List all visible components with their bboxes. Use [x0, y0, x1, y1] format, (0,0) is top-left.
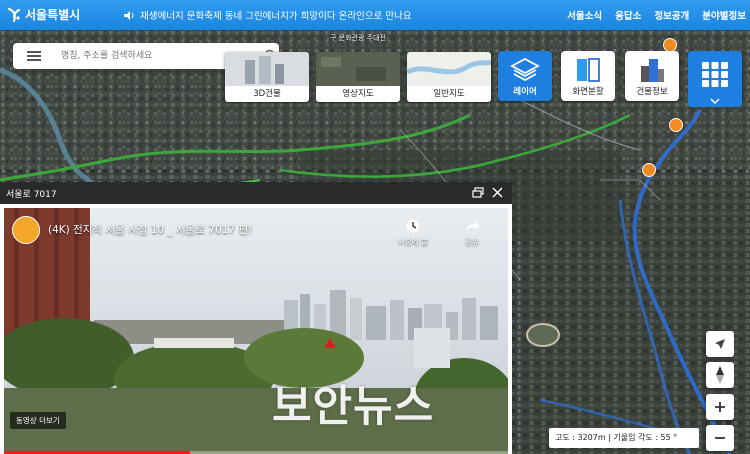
top-bar: 서울특별시 재생에너지 문화축제 동네 그린에너지가 희망이다 온라인으로 만나…	[0, 0, 750, 30]
aerial-thumbnail	[316, 52, 400, 87]
more-videos-button[interactable]: 동영상 더보기	[10, 412, 66, 429]
nav-news[interactable]: 서울소식	[567, 8, 602, 22]
watch-later-button[interactable]: 나중에 볼	[398, 218, 428, 247]
tool-label: 레이어	[513, 87, 537, 97]
search-input[interactable]	[59, 47, 249, 65]
compass-icon	[716, 366, 724, 384]
seoul-logo[interactable]: 서울특별시	[6, 6, 80, 23]
split-screen-icon	[577, 58, 600, 82]
share-icon	[466, 221, 479, 231]
nav-disclosure[interactable]: 정보공개	[654, 8, 689, 22]
minus-icon	[715, 437, 725, 439]
logo-text: 서울특별시	[25, 8, 81, 22]
share-button[interactable]: 공유	[464, 218, 480, 247]
map-marker[interactable]	[642, 163, 656, 177]
building-info-button[interactable]: 건물정보	[625, 51, 679, 101]
maptype-label: 3D건물	[225, 86, 309, 102]
video-panel: 서울로 7017 (4K) 전지적 서울 시점 10 _ 서울로 7017 편!…	[0, 182, 512, 454]
nav-response[interactable]: 응답소	[615, 8, 641, 22]
restore-window-icon[interactable]	[472, 187, 484, 198]
maptype-3d-building[interactable]: 3D건물	[225, 52, 309, 102]
map-marker[interactable]	[663, 38, 677, 52]
grid-menu-icon	[702, 62, 728, 87]
3d-building-thumbnail	[225, 52, 309, 87]
share-label: 공유	[465, 237, 479, 246]
maptype-label: 일반지도	[407, 86, 491, 102]
video-title[interactable]: (4K) 전지적 서울 시점 10 _ 서울로 7017 편!	[48, 222, 252, 237]
map-marker[interactable]	[669, 118, 683, 132]
chevron-down-icon	[710, 98, 720, 104]
speaker-icon	[124, 10, 134, 20]
maptype-aerial[interactable]: 영상지도	[316, 52, 400, 102]
maptype-general[interactable]: 일반지도	[407, 52, 491, 102]
nav-field-info[interactable]: 분야별정보	[702, 8, 746, 22]
notice-banner[interactable]: 재생에너지 문화축제 동네 그린에너지가 희망이다 온라인으로 만나요	[124, 8, 412, 22]
watch-later-label: 나중에 볼	[398, 237, 428, 246]
tool-label: 건물정보	[636, 87, 668, 97]
layer-button[interactable]: 레이어	[498, 51, 552, 101]
layers-icon	[510, 57, 540, 82]
my-location-button[interactable]	[706, 331, 734, 357]
watermark-text: 보안뉴스	[272, 382, 435, 432]
camera-status: 고도 : 3207m | 기울임 각도 : 55 °	[549, 428, 699, 448]
split-screen-button[interactable]: 화면분할	[561, 51, 615, 101]
video-panel-header: 서울로 7017	[0, 182, 512, 204]
close-icon[interactable]	[492, 187, 503, 198]
top-nav: 서울소식 응답소 정보공개 분야별정보	[567, 8, 746, 22]
plus-icon	[715, 402, 725, 412]
map-place-label: 구 문화관광 주대전	[330, 34, 386, 42]
seoul-logo-icon	[7, 7, 21, 22]
clock-icon	[406, 219, 420, 233]
tool-label: 화면분할	[572, 87, 604, 97]
notice-text: 재생에너지 문화축제 동네 그린에너지가 희망이다 온라인으로 만나요	[140, 11, 412, 22]
navigation-arrow-icon	[715, 339, 725, 349]
panel-title: 서울로 7017	[6, 190, 57, 200]
more-menu-button[interactable]	[688, 51, 742, 101]
zoom-in-button[interactable]	[706, 394, 734, 420]
general-map-thumbnail	[407, 52, 491, 87]
zoom-out-button[interactable]	[706, 425, 734, 451]
channel-avatar[interactable]	[12, 216, 40, 244]
maptype-label: 영상지도	[316, 86, 400, 102]
compass-button[interactable]	[706, 362, 734, 388]
hamburger-menu-icon[interactable]	[27, 51, 41, 61]
expand-menu-button[interactable]	[688, 95, 742, 107]
building-icon	[641, 59, 664, 82]
